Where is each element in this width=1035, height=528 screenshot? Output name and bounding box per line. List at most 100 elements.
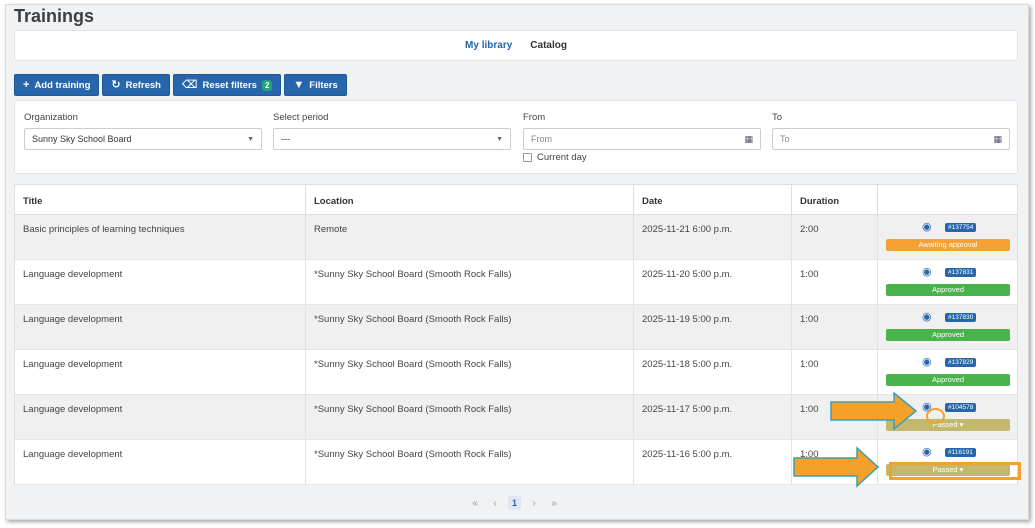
to-date-input[interactable]: To ▦ bbox=[772, 128, 1010, 150]
column-location[interactable]: Location bbox=[306, 185, 634, 214]
pagination: « ‹ 1 › » bbox=[468, 496, 561, 510]
cell-duration: 1:00 bbox=[792, 305, 878, 349]
calendar-icon[interactable]: ▦ bbox=[744, 134, 753, 145]
table-row[interactable]: Basic principles of learning techniques R… bbox=[15, 215, 1017, 260]
highlight-box-status bbox=[889, 462, 1021, 480]
request-id-tag[interactable]: #116191 bbox=[945, 448, 976, 457]
filters-label: Filters bbox=[309, 79, 338, 91]
tabs-bar: My library Catalog bbox=[14, 30, 1018, 61]
eye-icon[interactable]: ◉ bbox=[922, 222, 934, 233]
add-training-button[interactable]: + Add training bbox=[14, 74, 100, 96]
period-filter: Select period --- ▼ bbox=[273, 112, 511, 150]
page-title: Trainings bbox=[14, 6, 95, 26]
column-duration[interactable]: Duration bbox=[792, 185, 878, 214]
chevron-down-icon: ▼ bbox=[496, 135, 503, 143]
calendar-icon[interactable]: ▦ bbox=[993, 134, 1002, 145]
filters-panel: Organization Sunny Sky School Board ▼ Se… bbox=[14, 100, 1018, 174]
table-row[interactable]: Language development *Sunny Sky School Bo… bbox=[15, 260, 1017, 305]
to-filter: To To ▦ bbox=[772, 112, 1010, 150]
current-day-label: Current day bbox=[537, 152, 587, 163]
request-id-tag[interactable]: #104578 bbox=[945, 403, 977, 412]
filters-button[interactable]: ▼ Filters bbox=[284, 74, 347, 96]
eye-icon[interactable]: ◉ bbox=[922, 447, 934, 458]
cell-title: Language development bbox=[15, 350, 306, 394]
refresh-button[interactable]: ↻ Refresh bbox=[102, 74, 170, 96]
refresh-icon: ↻ bbox=[111, 78, 121, 91]
table-row[interactable]: Language development *Sunny Sky School Bo… bbox=[15, 395, 1017, 440]
organization-label: Organization bbox=[24, 112, 78, 123]
cell-date: 2025-11-19 5:00 p.m. bbox=[634, 305, 792, 349]
cell-title: Language development bbox=[15, 305, 306, 349]
cell-date: 2025-11-18 5:00 p.m. bbox=[634, 350, 792, 394]
cell-date: 2025-11-17 5:00 p.m. bbox=[634, 395, 792, 439]
from-filter: From From ▦ Current day bbox=[523, 112, 761, 163]
organization-select[interactable]: Sunny Sky School Board ▼ bbox=[24, 128, 262, 150]
highlight-ring-eye bbox=[926, 408, 945, 424]
cell-actions: ◉ #137829 Approved bbox=[878, 350, 1017, 394]
cell-location: *Sunny Sky School Board (Smooth Rock Fal… bbox=[306, 350, 634, 394]
cell-location: *Sunny Sky School Board (Smooth Rock Fal… bbox=[306, 395, 634, 439]
request-id-tag[interactable]: #137754 bbox=[945, 223, 977, 232]
cell-location: *Sunny Sky School Board (Smooth Rock Fal… bbox=[306, 305, 634, 349]
reset-filters-label: Reset filters bbox=[202, 79, 257, 91]
request-id-tag[interactable]: #137830 bbox=[945, 313, 977, 322]
from-date-input[interactable]: From ▦ bbox=[523, 128, 761, 150]
cell-duration: 2:00 bbox=[792, 215, 878, 259]
cell-location: *Sunny Sky School Board (Smooth Rock Fal… bbox=[306, 440, 634, 484]
cell-title: Basic principles of learning techniques bbox=[15, 215, 306, 259]
tab-my-library[interactable]: My library bbox=[465, 40, 512, 51]
cell-date: 2025-11-21 6:00 p.m. bbox=[634, 215, 792, 259]
column-date[interactable]: Date bbox=[634, 185, 792, 214]
request-id-tag[interactable]: #137829 bbox=[945, 358, 977, 367]
status-badge: Awaiting approval bbox=[886, 239, 1010, 251]
status-badge: Approved bbox=[886, 284, 1010, 296]
refresh-label: Refresh bbox=[125, 79, 161, 91]
reset-count-badge: 2 bbox=[261, 79, 273, 91]
table-row[interactable]: Language development *Sunny Sky School Bo… bbox=[15, 305, 1017, 350]
prev-page-button[interactable]: ‹ bbox=[488, 498, 502, 509]
add-training-label: Add training bbox=[34, 79, 91, 91]
trainings-table: Title Location Date Duration Basic princ… bbox=[14, 184, 1018, 485]
request-id-tag[interactable]: #137831 bbox=[945, 268, 977, 277]
period-label: Select period bbox=[273, 112, 329, 123]
period-select[interactable]: --- ▼ bbox=[273, 128, 511, 150]
to-label: To bbox=[772, 112, 783, 123]
cell-actions: ◉ #104578 Passed ▾ bbox=[878, 395, 1017, 439]
status-badge[interactable]: Passed ▾ bbox=[886, 419, 1010, 431]
cell-date: 2025-11-20 5:00 p.m. bbox=[634, 260, 792, 304]
cell-actions: ◉ #137754 Awaiting approval bbox=[878, 215, 1017, 259]
organization-value: Sunny Sky School Board bbox=[32, 134, 132, 144]
cell-duration: 1:00 bbox=[792, 260, 878, 304]
cell-title: Language development bbox=[15, 440, 306, 484]
tab-catalog[interactable]: Catalog bbox=[530, 40, 567, 51]
funnel-icon: ▼ bbox=[293, 78, 305, 91]
table-row[interactable]: Language development *Sunny Sky School Bo… bbox=[15, 350, 1017, 395]
eye-icon[interactable]: ◉ bbox=[922, 267, 934, 278]
checkbox-box[interactable] bbox=[523, 153, 532, 162]
last-page-button[interactable]: » bbox=[547, 498, 561, 509]
current-day-checkbox[interactable]: Current day bbox=[523, 152, 761, 163]
cell-location: *Sunny Sky School Board (Smooth Rock Fal… bbox=[306, 260, 634, 304]
chevron-down-icon: ▼ bbox=[247, 135, 254, 143]
cell-actions: ◉ #137831 Approved bbox=[878, 260, 1017, 304]
status-badge: Approved bbox=[886, 374, 1010, 386]
column-title[interactable]: Title bbox=[15, 185, 306, 214]
next-page-button[interactable]: › bbox=[527, 498, 541, 509]
cell-duration: 1:00 bbox=[792, 350, 878, 394]
table-body: Basic principles of learning techniques R… bbox=[15, 215, 1017, 485]
eye-icon[interactable]: ◉ bbox=[922, 312, 934, 323]
table-row[interactable]: Language development *Sunny Sky School Bo… bbox=[15, 440, 1017, 485]
column-actions bbox=[878, 185, 1017, 214]
eraser-icon: ⌫ bbox=[181, 78, 198, 91]
first-page-button[interactable]: « bbox=[468, 498, 482, 509]
app-window: Trainings My library Catalog + Add train… bbox=[5, 4, 1029, 520]
cell-date: 2025-11-16 5:00 p.m. bbox=[634, 440, 792, 484]
to-placeholder: To bbox=[780, 134, 790, 144]
cell-duration: 1:00 bbox=[792, 440, 878, 484]
cell-actions: ◉ #137830 Approved bbox=[878, 305, 1017, 349]
eye-icon[interactable]: ◉ bbox=[922, 357, 934, 368]
plus-icon: + bbox=[23, 78, 30, 91]
current-page[interactable]: 1 bbox=[508, 496, 522, 510]
reset-filters-button[interactable]: ⌫ Reset filters 2 bbox=[172, 74, 282, 96]
from-placeholder: From bbox=[531, 134, 552, 144]
